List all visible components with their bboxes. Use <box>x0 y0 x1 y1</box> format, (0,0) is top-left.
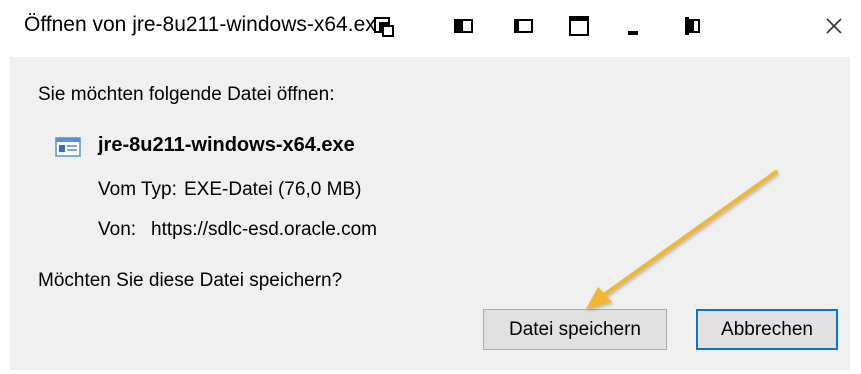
window-glyph-icon <box>374 17 394 37</box>
minimize-icon <box>628 31 638 35</box>
close-icon[interactable] <box>822 14 846 38</box>
file-type-value: EXE-Datei (76,0 MB) <box>184 179 362 200</box>
cancel-button[interactable]: Abbrechen <box>696 309 838 350</box>
dialog-content-panel: Sie möchten folgende Datei öffnen: jre-8… <box>10 57 850 370</box>
title-bar[interactable]: Öffnen von jre-8u211-windows-x64.exe <box>0 0 861 52</box>
save-file-button[interactable]: Datei speichern <box>483 309 667 350</box>
file-name: jre-8u211-windows-x64.exe <box>98 134 355 156</box>
file-source-label: Von: <box>98 219 137 240</box>
save-question-label: Möchten Sie diese Datei speichern? <box>38 270 343 291</box>
maximize-icon <box>569 16 589 36</box>
window-title: Öffnen von jre-8u211-windows-x64.exe <box>24 13 388 36</box>
file-type-label: Vom Typ: <box>98 179 177 200</box>
exe-file-icon <box>55 137 81 157</box>
snap-right-icon <box>514 19 533 33</box>
open-question-label: Sie möchten folgende Datei öffnen: <box>38 84 335 105</box>
file-download-dialog: Öffnen von jre-8u211-windows-x64.exe Sie… <box>0 0 861 374</box>
file-source-value: https://sdlc-esd.oracle.com <box>151 219 377 240</box>
pin-icon <box>685 17 700 35</box>
snap-left-icon <box>454 19 473 33</box>
